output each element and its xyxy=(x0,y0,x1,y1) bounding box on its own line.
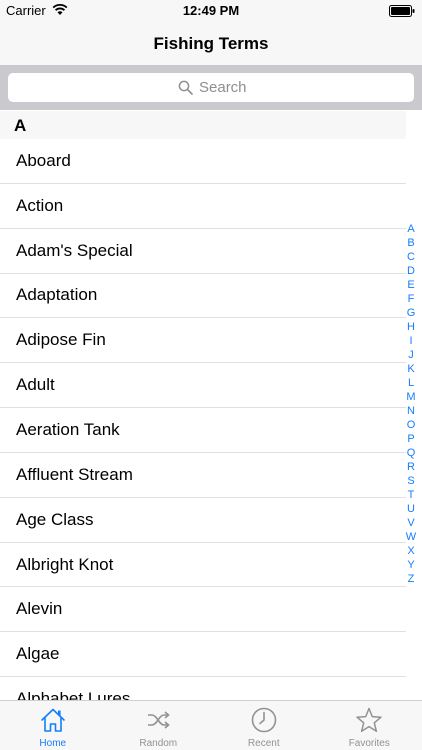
search-icon xyxy=(178,80,193,95)
list-item[interactable]: Aeration Tank xyxy=(0,408,406,453)
tab-recent-label: Recent xyxy=(247,738,280,749)
home-icon xyxy=(40,708,65,732)
index-letter[interactable]: A xyxy=(404,222,418,236)
alphabet-index[interactable]: ABCDEFGHIJKLMNOPQRSTUVWXYZ xyxy=(404,222,418,586)
list-item-label: Adaptation xyxy=(16,285,98,305)
tab-home-label: Home xyxy=(39,738,67,749)
section-header-label: A xyxy=(14,116,27,135)
list-item-label: Albright Knot xyxy=(16,554,114,574)
list-item-label: Algae xyxy=(16,644,60,664)
index-letter[interactable]: N xyxy=(404,404,418,418)
index-letter[interactable]: J xyxy=(404,348,418,362)
index-letter[interactable]: K xyxy=(404,362,418,376)
tab-bar: Home Random Recent Favorites xyxy=(0,700,422,750)
term-list[interactable]: Aboard Action Adam's Special Adaptation Adip… xyxy=(0,139,406,700)
list-item-label: Action xyxy=(16,195,64,215)
list-item[interactable]: Adult xyxy=(0,363,406,409)
index-letter[interactable]: R xyxy=(404,460,418,474)
index-letter[interactable]: X xyxy=(404,544,418,558)
tab-random[interactable]: Random xyxy=(106,701,212,750)
index-letter[interactable]: Y xyxy=(404,558,418,572)
index-letter[interactable]: I xyxy=(404,334,418,348)
clock-icon xyxy=(251,707,277,733)
index-letter[interactable]: S xyxy=(404,474,418,488)
list-item[interactable]: Adipose Fin xyxy=(0,318,406,364)
list-item-label: Adam's Special xyxy=(16,240,133,260)
list-item[interactable]: Adam's Special xyxy=(0,229,406,274)
index-letter[interactable]: G xyxy=(404,306,418,320)
index-letter[interactable]: T xyxy=(404,488,418,502)
index-letter[interactable]: Z xyxy=(404,572,418,586)
tab-random-label: Random xyxy=(139,738,178,749)
list-item[interactable]: Algae xyxy=(0,632,406,678)
index-letter[interactable]: V xyxy=(404,516,418,530)
navigation-bar: Fishing Terms xyxy=(0,22,422,65)
index-letter[interactable]: W xyxy=(404,530,418,544)
index-letter[interactable]: H xyxy=(404,320,418,334)
list-item[interactable]: Adaptation xyxy=(0,274,406,319)
index-letter[interactable]: P xyxy=(404,432,418,446)
list-item[interactable]: Alevin xyxy=(0,587,406,633)
list-item-label: Age Class xyxy=(16,509,94,529)
search-input[interactable]: Search xyxy=(8,73,414,102)
status-bar: Carrier 12:49 PM xyxy=(0,0,422,22)
index-letter[interactable]: C xyxy=(404,250,418,264)
list-item-label: Aboard xyxy=(16,150,71,170)
page-title: Fishing Terms xyxy=(153,34,269,53)
list-item-label: Adult xyxy=(16,375,55,395)
index-letter[interactable]: D xyxy=(404,264,418,278)
list-item[interactable]: Aboard xyxy=(0,139,406,184)
status-time: 12:49 PM xyxy=(182,3,240,18)
list-item[interactable]: Action xyxy=(0,184,406,229)
list-item-label: Aeration Tank xyxy=(16,419,120,439)
list-item-label: Alphabet Lures xyxy=(16,689,131,700)
tab-home[interactable]: Home xyxy=(0,701,106,750)
index-letter[interactable]: U xyxy=(404,502,418,516)
search-placeholder: Search xyxy=(199,79,247,96)
shuffle-icon xyxy=(148,711,170,729)
list-item[interactable]: Age Class xyxy=(0,498,406,543)
list-item-label: Affluent Stream xyxy=(16,464,133,484)
index-letter[interactable]: O xyxy=(404,418,418,432)
tab-recent[interactable]: Recent xyxy=(211,701,317,750)
star-icon xyxy=(356,707,382,733)
search-bar: Search xyxy=(0,65,422,110)
list-item-label: Alevin xyxy=(16,599,63,619)
list-item[interactable]: Alphabet Lures xyxy=(0,677,406,700)
battery-icon xyxy=(389,5,415,17)
index-letter[interactable]: B xyxy=(404,236,418,250)
list-item[interactable]: Affluent Stream xyxy=(0,453,406,498)
index-letter[interactable]: L xyxy=(404,376,418,390)
list-item-label: Adipose Fin xyxy=(16,330,106,350)
list-item[interactable]: Albright Knot xyxy=(0,543,406,588)
index-letter[interactable]: M xyxy=(404,390,418,404)
index-letter[interactable]: Q xyxy=(404,446,418,460)
index-letter[interactable]: F xyxy=(404,292,418,306)
section-header: A xyxy=(0,111,406,139)
tab-favorites-label: Favorites xyxy=(348,738,390,749)
index-letter[interactable]: E xyxy=(404,278,418,292)
tab-favorites[interactable]: Favorites xyxy=(317,701,422,750)
